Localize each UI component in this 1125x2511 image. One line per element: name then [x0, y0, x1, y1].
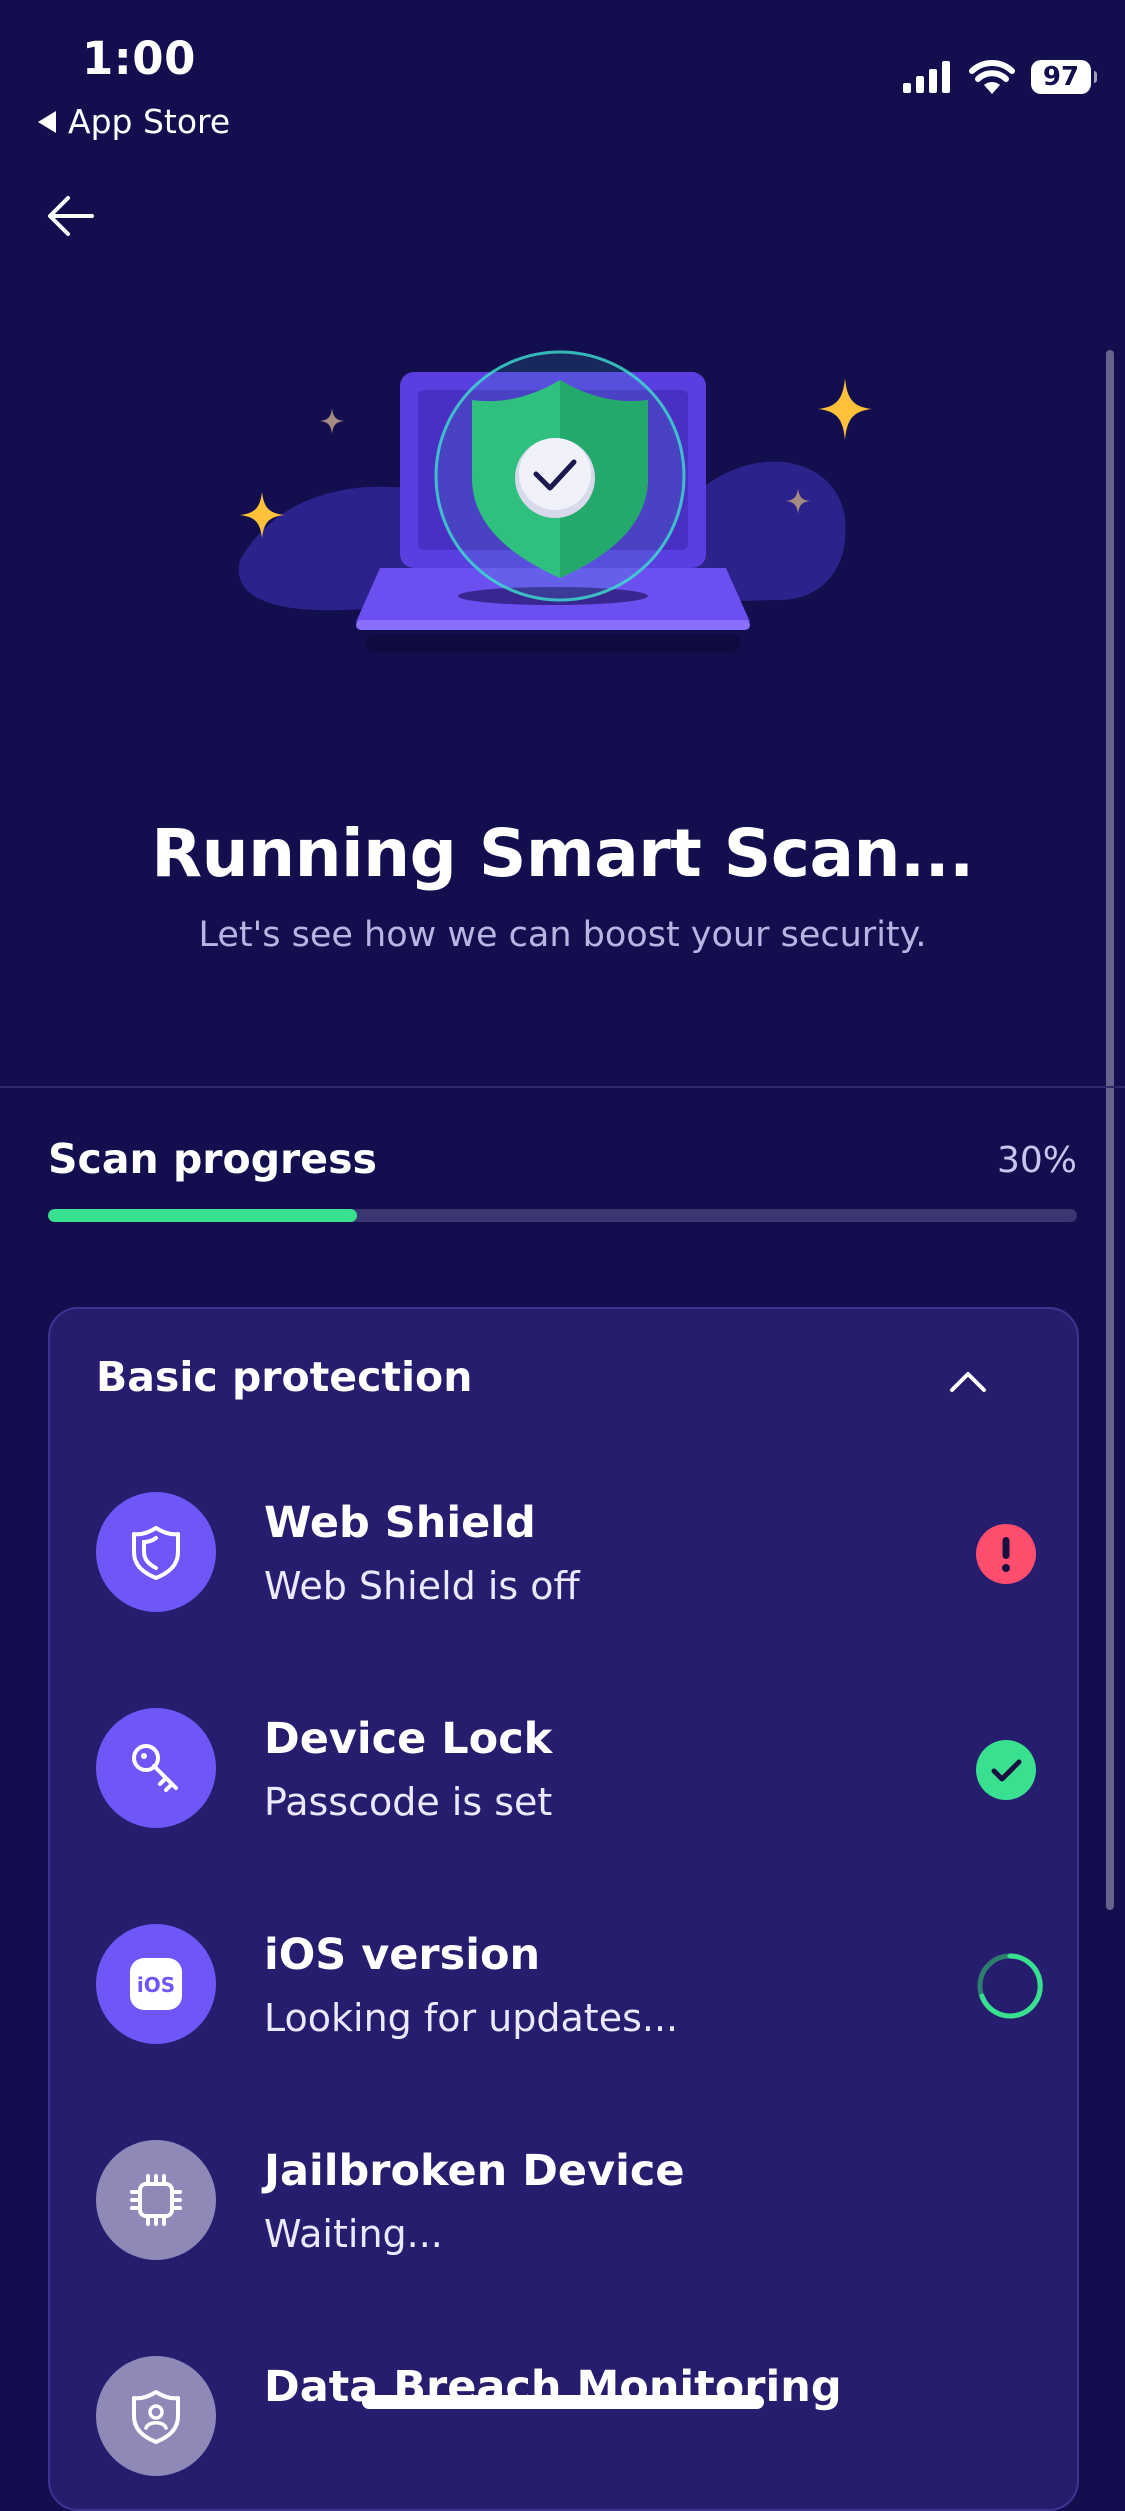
ios-icon: iOS — [96, 1924, 216, 2044]
item-title: iOS version — [264, 1930, 541, 1980]
item-subtitle: Looking for updates... — [264, 1996, 679, 2040]
list-item-device-lock[interactable]: Device Lock Passcode is set — [96, 1708, 1036, 1832]
scan-progress-value: 30% — [996, 1140, 1077, 1181]
key-icon — [96, 1708, 216, 1828]
back-to-app-link[interactable]: App Store — [38, 102, 230, 141]
page-subtitle: Let's see how we can boost your security… — [198, 915, 927, 955]
scan-progress-bar — [48, 1209, 1077, 1222]
loading-spinner-icon — [977, 1953, 1043, 2019]
list-item-ios-version[interactable]: iOS iOS version Looking for updates... — [96, 1924, 1043, 2048]
basic-protection-card — [48, 1307, 1079, 2511]
laptop-shield-illustration — [238, 350, 872, 652]
scan-progress-fill — [48, 1209, 357, 1222]
list-item-web-shield[interactable]: Web Shield Web Shield is off — [96, 1492, 1036, 1616]
item-subtitle: Waiting... — [264, 2212, 443, 2256]
cellular-signal-icon — [903, 61, 950, 93]
page-title: Running Smart Scan... — [151, 815, 974, 892]
scan-progress-label: Scan progress — [48, 1135, 377, 1183]
item-title: Web Shield — [264, 1498, 536, 1548]
list-item-data-breach-monitoring[interactable]: Data Breach Monitoring — [96, 2356, 1036, 2480]
user-shield-icon — [96, 2356, 216, 2476]
back-app-label: App Store — [68, 102, 231, 141]
item-subtitle: Passcode is set — [264, 1780, 553, 1824]
back-triangle-icon — [38, 110, 56, 133]
svg-text:iOS: iOS — [137, 1973, 175, 1997]
list-item-jailbroken-device[interactable]: Jailbroken Device Waiting... — [96, 2140, 1036, 2264]
home-indicator[interactable] — [362, 2395, 764, 2409]
battery-indicator: 97 — [1031, 60, 1097, 94]
section-divider — [0, 1086, 1125, 1088]
item-title: Jailbroken Device — [264, 2146, 685, 2196]
item-subtitle: Web Shield is off — [264, 1564, 580, 1608]
status-time: 1:00 — [82, 32, 196, 85]
warning-icon — [976, 1524, 1036, 1584]
check-circle-icon — [976, 1740, 1036, 1800]
card-title: Basic protection — [96, 1353, 473, 1401]
shield-icon — [96, 1492, 216, 1612]
arrow-left-icon[interactable] — [42, 188, 98, 244]
item-title: Device Lock — [264, 1714, 553, 1764]
scroll-indicator[interactable] — [1106, 350, 1114, 1910]
chip-icon — [96, 2140, 216, 2260]
wifi-icon — [969, 60, 1015, 94]
status-icons: 97 — [903, 60, 1097, 94]
chevron-up-icon[interactable] — [946, 1360, 990, 1404]
